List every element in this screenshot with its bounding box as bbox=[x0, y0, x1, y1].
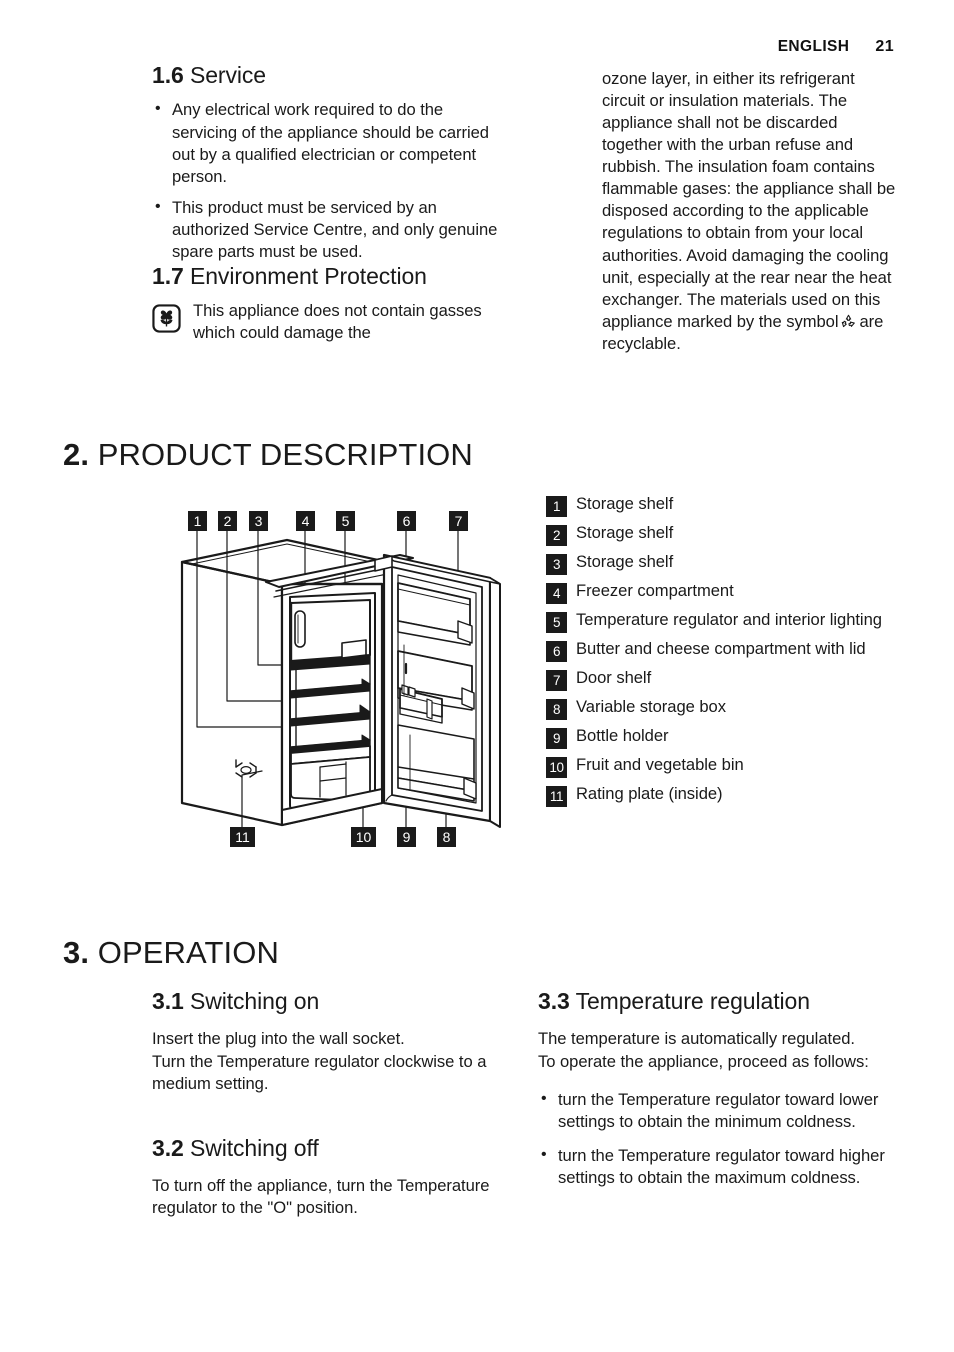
legend-badge-11: 11 bbox=[546, 786, 567, 807]
heading-3-3-title: Temperature regulation bbox=[575, 988, 810, 1014]
heading-3-1: 3.1 Switching on bbox=[152, 988, 504, 1014]
column-right-top: ozone layer, in either its refrigerant c… bbox=[602, 68, 902, 355]
heading-1-7-number: 1.7 bbox=[152, 262, 184, 289]
chapter-3-number: 3. bbox=[63, 935, 90, 970]
svg-text:2: 2 bbox=[224, 513, 232, 529]
legend-badge-6: 6 bbox=[546, 641, 567, 662]
environment-protection-text-left: This appliance does not contain gasses w… bbox=[193, 301, 482, 343]
svg-text:7: 7 bbox=[455, 513, 463, 529]
legend-badge-8: 8 bbox=[546, 699, 567, 720]
list-item: 3 Storage shelf bbox=[546, 551, 906, 575]
list-item: 5 Temperature regulator and interior lig… bbox=[546, 609, 906, 633]
temperature-regulation-bullet-list: turn the Temperature regulator toward lo… bbox=[538, 1088, 888, 1189]
refrigerator-cutaway-diagram: 1 2 3 4 5 6 7 11 10 9 8 bbox=[170, 505, 515, 855]
list-item: turn the Temperature regulator toward lo… bbox=[538, 1088, 888, 1133]
heading-3-3-number: 3.3 bbox=[538, 988, 570, 1014]
column-left-top: 1.6 Service Any electrical work required… bbox=[152, 62, 500, 344]
chapter-heading-2: 2. PRODUCT DESCRIPTION bbox=[63, 437, 473, 473]
legend-label-5: Temperature regulator and interior light… bbox=[576, 610, 882, 629]
heading-1-7: 1.7 Environment Protection bbox=[152, 263, 500, 289]
legend-badge-1: 1 bbox=[546, 496, 567, 517]
legend-badge-4: 4 bbox=[546, 583, 567, 604]
column-right-operation: 3.3 Temperature regulation The temperatu… bbox=[538, 988, 888, 1201]
legend-badge-3: 3 bbox=[546, 554, 567, 575]
environment-protection-text-right: ozone layer, in either its refrigerant c… bbox=[602, 68, 902, 355]
list-item: 4 Freezer compartment bbox=[546, 580, 906, 604]
heading-1-6-number: 1.6 bbox=[152, 62, 184, 88]
heading-3-2-number: 3.2 bbox=[152, 1134, 184, 1161]
svg-text:5: 5 bbox=[342, 513, 350, 529]
list-item: 10 Fruit and vegetable bin bbox=[546, 754, 906, 778]
manual-page: ENGLISH 21 1.6 Service Any electrical wo… bbox=[0, 0, 954, 1352]
list-item: 9 Bottle holder bbox=[546, 725, 906, 749]
heading-3-1-number: 3.1 bbox=[152, 988, 184, 1014]
service-bullet-list: Any electrical work required to do the s… bbox=[152, 98, 500, 263]
header-language: ENGLISH bbox=[777, 38, 850, 55]
legend-label-8: Variable storage box bbox=[576, 697, 726, 716]
chapter-2-number: 2. bbox=[63, 437, 90, 472]
chapter-3-title: OPERATION bbox=[97, 935, 279, 970]
list-item: 8 Variable storage box bbox=[546, 696, 906, 720]
list-item: 2 Storage shelf bbox=[546, 522, 906, 546]
svg-text:8: 8 bbox=[443, 829, 451, 845]
product-description-legend: 1 Storage shelf 2 Storage shelf 3 Storag… bbox=[546, 493, 906, 812]
chapter-2-title: PRODUCT DESCRIPTION bbox=[97, 437, 473, 472]
flower-icon bbox=[152, 304, 181, 333]
legend-badge-10: 10 bbox=[546, 757, 567, 778]
column-left-operation: 3.1 Switching on Insert the plug into th… bbox=[152, 988, 504, 1219]
legend-label-11: Rating plate (inside) bbox=[576, 784, 723, 803]
heading-3-2: 3.2 Switching off bbox=[152, 1135, 504, 1161]
list-item: 6 Butter and cheese compartment with lid bbox=[546, 638, 906, 662]
svg-text:3: 3 bbox=[255, 513, 263, 529]
legend-label-2: Storage shelf bbox=[576, 523, 674, 542]
list-item: 7 Door shelf bbox=[546, 667, 906, 691]
list-item: 11 Rating plate (inside) bbox=[546, 783, 906, 807]
svg-text:6: 6 bbox=[403, 513, 411, 529]
legend-label-1: Storage shelf bbox=[576, 494, 674, 513]
legend-badge-2: 2 bbox=[546, 525, 567, 546]
list-item: 1 Storage shelf bbox=[546, 493, 906, 517]
chapter-heading-3: 3. OPERATION bbox=[63, 935, 279, 971]
list-item: This product must be serviced by an auth… bbox=[152, 196, 500, 263]
svg-text:4: 4 bbox=[302, 513, 310, 529]
legend-label-7: Door shelf bbox=[576, 668, 652, 687]
legend-label-3: Storage shelf bbox=[576, 552, 674, 571]
svg-text:9: 9 bbox=[403, 829, 411, 845]
heading-3-1-title: Switching on bbox=[189, 988, 320, 1014]
heading-1-6-title: Service bbox=[189, 62, 266, 88]
legend-label-4: Freezer compartment bbox=[576, 581, 734, 600]
environment-protection-note: This appliance does not contain gasses w… bbox=[152, 300, 500, 344]
heading-1-7-title: Environment Protection bbox=[189, 262, 427, 289]
svg-text:11: 11 bbox=[235, 829, 250, 845]
list-item: turn the Temperature regulator toward hi… bbox=[538, 1144, 888, 1189]
switching-on-body: Insert the plug into the wall socket. Tu… bbox=[152, 1029, 487, 1093]
legend-label-10: Fruit and vegetable bin bbox=[576, 755, 744, 774]
legend-label-6: Butter and cheese compartment with lid bbox=[576, 639, 866, 658]
svg-text:10: 10 bbox=[356, 829, 372, 845]
heading-3-2-title: Switching off bbox=[189, 1134, 319, 1161]
page-header: ENGLISH 21 bbox=[778, 38, 894, 56]
heading-1-6: 1.6 Service bbox=[152, 62, 500, 88]
legend-badge-7: 7 bbox=[546, 670, 567, 691]
environment-paragraph-before-symbol: ozone layer, in either its refrigerant c… bbox=[602, 69, 896, 331]
legend-badge-9: 9 bbox=[546, 728, 567, 749]
switching-off-body: To turn off the appliance, turn the Temp… bbox=[152, 1176, 490, 1218]
svg-text:1: 1 bbox=[194, 513, 202, 529]
legend-badge-5: 5 bbox=[546, 612, 567, 633]
temperature-regulation-body: The temperature is automatically regulat… bbox=[538, 1029, 869, 1071]
legend-label-9: Bottle holder bbox=[576, 726, 669, 745]
heading-3-3: 3.3 Temperature regulation bbox=[538, 988, 888, 1014]
recycle-icon bbox=[840, 313, 857, 330]
page-number: 21 bbox=[875, 38, 894, 55]
list-item: Any electrical work required to do the s… bbox=[152, 98, 500, 187]
